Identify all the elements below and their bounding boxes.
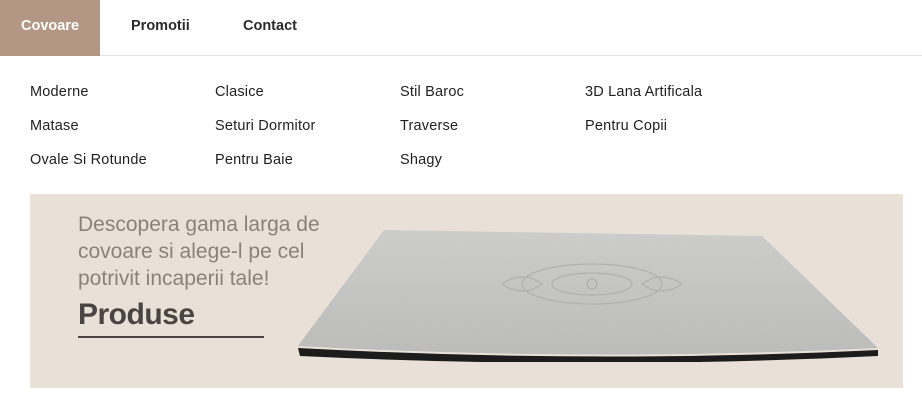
nav-item-covoare[interactable]: Covoare [0,0,100,56]
cta-underline [78,336,264,338]
category-link[interactable]: Seturi Dormitor [215,118,316,134]
nav-item-contact[interactable]: Contact [243,0,297,56]
category-link[interactable]: Ovale Si Rotunde [30,152,147,168]
main-nav: Covoare Promotii Contact [0,0,922,56]
category-link[interactable]: Stil Baroc [400,84,464,100]
category-link[interactable]: Traverse [400,118,458,134]
promo-banner[interactable]: Descopera gama larga de covoare si alege… [30,194,903,388]
banner-line-2: covoare si alege-l pe cel [78,240,305,263]
rug-image [298,230,878,362]
category-link[interactable]: Shagy [400,152,442,168]
category-link[interactable]: 3D Lana Artificala [585,84,702,100]
category-link[interactable]: Matase [30,118,79,134]
banner-line-1: Descopera gama larga de [78,213,320,236]
category-link[interactable]: Pentru Copii [585,118,667,134]
category-link[interactable]: Pentru Baie [215,152,293,168]
banner-tagline: Descopera gama larga de covoare si alege… [78,211,328,292]
category-link[interactable]: Moderne [30,84,89,100]
banner-line-3: potrivit incaperii tale! [78,267,270,290]
nav-item-promotii[interactable]: Promotii [131,0,190,56]
category-link[interactable]: Clasice [215,84,264,100]
products-link[interactable]: Produse [78,298,195,332]
